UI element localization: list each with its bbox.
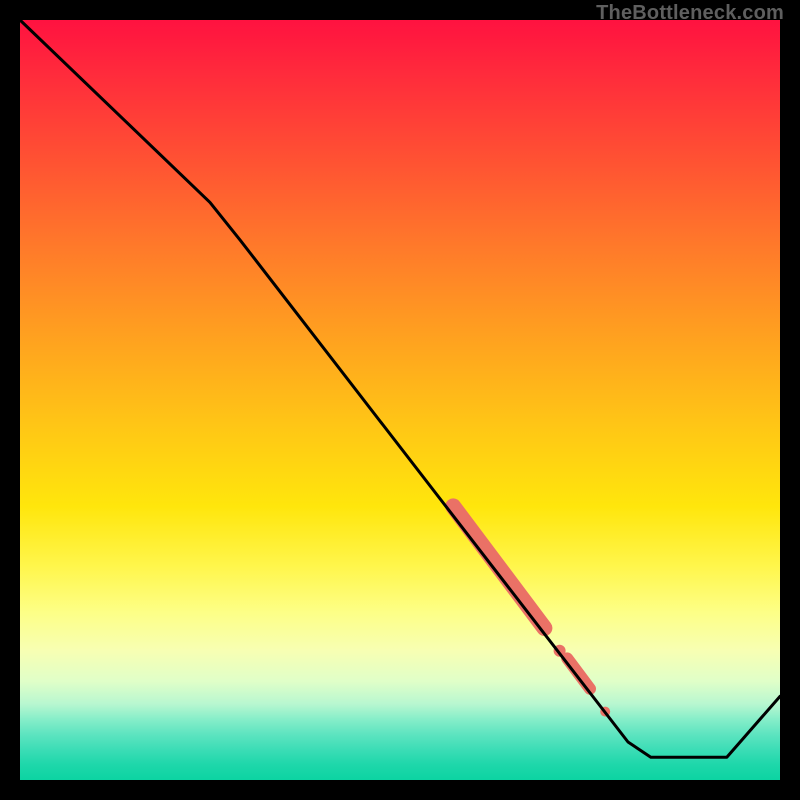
series-curve (20, 20, 780, 757)
watermark-text: TheBottleneck.com (596, 2, 784, 25)
highlights-layer (453, 506, 610, 716)
chart-container: TheBottleneck.com (0, 0, 800, 800)
curve-layer (20, 20, 780, 757)
thick-segment (453, 506, 544, 628)
chart-overlay (20, 20, 780, 780)
short-segment (567, 658, 590, 688)
